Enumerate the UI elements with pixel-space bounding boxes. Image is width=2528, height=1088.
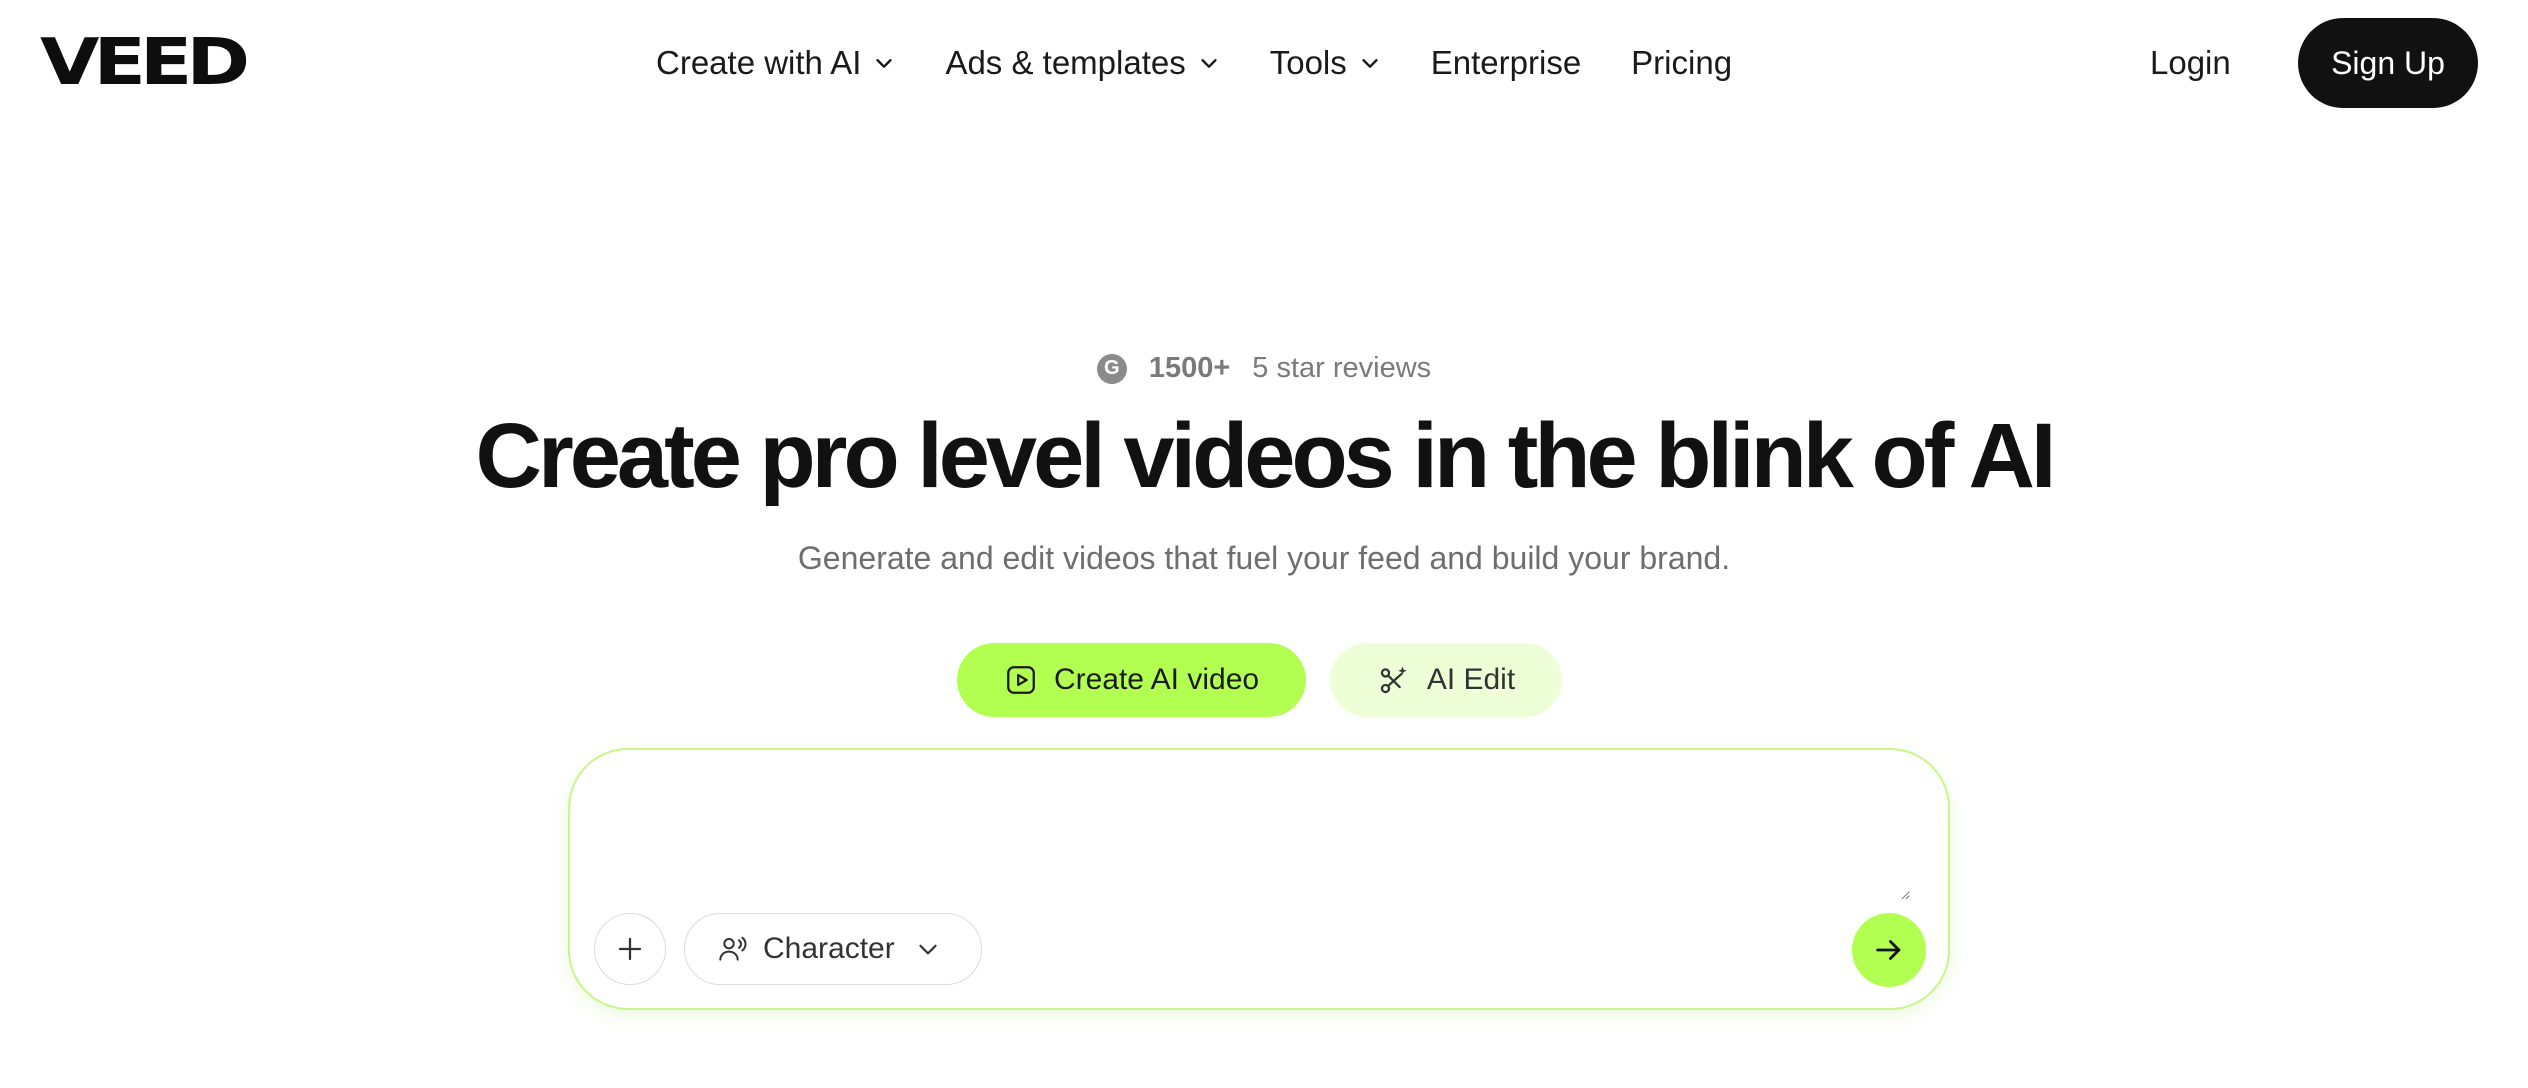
create-ai-video-label: Create AI video (1053, 663, 1260, 696)
hero-subheadline: Generate and edit videos that fuel your … (797, 540, 1731, 576)
nav-item-label: Ads & templates (945, 44, 1186, 81)
prompt-box: Character (568, 748, 1950, 1010)
arrow-right-icon (1876, 940, 1901, 960)
main-nav: Create with AI Ads & templates Tools Ent… (656, 38, 1732, 88)
ai-edit-button[interactable]: AI Edit (1330, 643, 1562, 717)
nav-item-ads-templates[interactable]: Ads & templates (945, 44, 1219, 82)
login-link[interactable]: Login (2150, 38, 2231, 88)
nav-item-pricing[interactable]: Pricing (1631, 44, 1732, 82)
magic-scissors-icon (1380, 666, 1407, 694)
character-label: Character (763, 932, 895, 965)
nav-item-label: Enterprise (1430, 44, 1582, 81)
reviews-text: 5 star reviews (1252, 352, 1432, 384)
chevron-down-icon (1201, 59, 1217, 68)
chevron-down-icon (919, 944, 937, 955)
hero-headline: Create pro level videos in the blink of … (475, 405, 2057, 507)
reviews-badge: G 1500+ 5 star reviews (0, 352, 2528, 385)
character-dropdown[interactable]: Character (684, 913, 982, 985)
signup-button[interactable]: Sign Up (2298, 18, 2478, 108)
chevron-down-icon (1362, 59, 1378, 68)
nav-item-enterprise[interactable]: Enterprise (1431, 44, 1581, 82)
page: VEED Create with AI Ads & templates Tool… (0, 0, 2528, 1088)
chevron-down-icon (876, 59, 893, 68)
prompt-input[interactable] (610, 780, 1910, 900)
nav-item-create-with-ai[interactable]: Create with AI (656, 44, 895, 82)
send-button[interactable] (1852, 913, 1926, 987)
play-square-icon (1007, 666, 1035, 694)
g-icon: G (1096, 353, 1127, 384)
nav-item-label: Pricing (1631, 44, 1733, 81)
nav-item-tools[interactable]: Tools (1270, 44, 1381, 82)
nav-item-label: Create with AI (656, 44, 862, 81)
add-button[interactable] (594, 913, 666, 985)
plus-icon (618, 937, 642, 961)
ai-edit-label: AI Edit (1426, 663, 1516, 696)
veed-logo[interactable]: VEED (40, 31, 250, 95)
users-voice-icon (719, 936, 747, 961)
reviews-count: 1500+ (1148, 352, 1231, 384)
create-ai-video-button[interactable]: Create AI video (957, 643, 1306, 717)
nav-item-label: Tools (1269, 44, 1347, 81)
